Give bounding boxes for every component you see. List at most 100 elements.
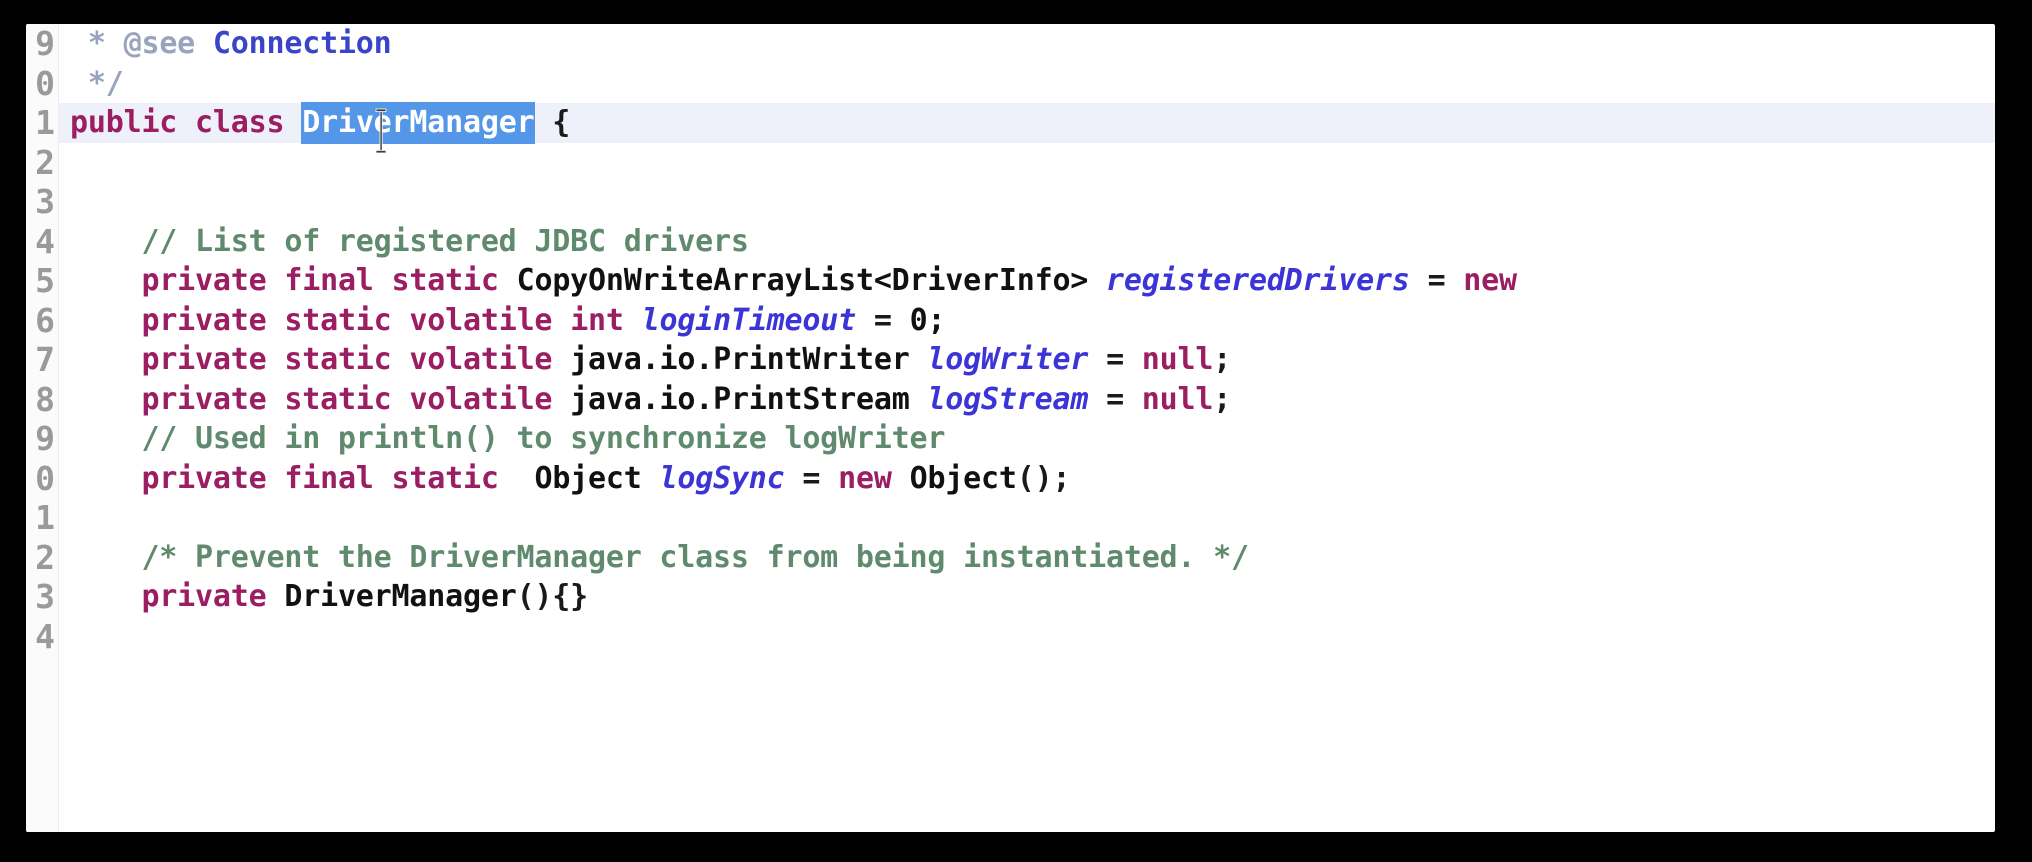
code-token-keyword: private: [141, 579, 267, 614]
code-token-jdoc: @see: [123, 26, 213, 61]
code-token-plain: {: [534, 105, 571, 140]
code-token-keyword: static: [391, 460, 499, 496]
code-line[interactable]: [26, 143, 1995, 183]
gutter-line-number: 3: [35, 182, 55, 221]
code-token-plain: =: [784, 460, 839, 496]
code-token-comment: /* Prevent the DriverManager class from …: [70, 539, 1249, 575]
screenshot-root: 9012345678901234 * @see Connection */pub…: [0, 0, 2032, 862]
code-line-current[interactable]: public class DriverManager {: [26, 103, 1995, 143]
code-line[interactable]: private static volatile java.io.PrintStr…: [26, 380, 1995, 420]
gutter-line-number: 9: [35, 419, 55, 458]
code-token-plain: ;: [1213, 381, 1232, 417]
code-line[interactable]: /* Prevent the DriverManager class from …: [26, 538, 1995, 578]
code-token-comment: // List of registered JDBC drivers: [70, 223, 749, 259]
gutter-line-number: 5: [35, 261, 55, 300]
code-line[interactable]: */: [26, 64, 1995, 104]
code-line[interactable]: private static volatile int loginTimeout…: [26, 301, 1995, 341]
code-token-keyword: null: [1141, 342, 1214, 377]
code-token-keyword: class: [195, 105, 285, 140]
line-number-gutter[interactable]: 9012345678901234: [26, 24, 59, 832]
code-token-keyword: new: [838, 460, 892, 496]
code-token-keyword: static: [284, 342, 392, 377]
code-token-jdoc-ref: Connection: [212, 26, 392, 61]
code-line[interactable]: private DriverManager(){}: [26, 577, 1995, 617]
code-token-plain: =: [856, 302, 910, 338]
gutter-line-number: 8: [35, 379, 55, 419]
code-line[interactable]: [26, 617, 1995, 657]
gutter-line-number: 9: [35, 24, 55, 63]
code-token-keyword: null: [1141, 381, 1214, 417]
code-token-type: java.io.PrintWriter: [570, 342, 910, 377]
gutter-line-number: 7: [35, 340, 55, 379]
code-line[interactable]: private final static CopyOnWriteArrayLis…: [26, 261, 1995, 301]
code-line[interactable]: [26, 498, 1995, 538]
code-token-keyword: private: [141, 460, 267, 496]
code-token-plain: (){}: [516, 579, 589, 614]
gutter-line-number: 6: [35, 300, 55, 340]
gutter-line-number: 3: [35, 577, 55, 616]
code-token-keyword: public: [70, 105, 178, 140]
code-token-keyword: volatile: [409, 342, 553, 377]
code-token-keyword: private: [141, 263, 267, 298]
code-token-keyword: final: [284, 263, 374, 298]
code-token-type: DriverManager: [284, 579, 517, 614]
code-token-keyword: static: [391, 263, 499, 298]
code-token-keyword: volatile: [409, 302, 553, 338]
gutter-line-number: 2: [35, 537, 55, 577]
code-token-type: Object: [909, 460, 1017, 496]
code-token-type: Object: [534, 460, 642, 496]
code-line[interactable]: [26, 182, 1995, 222]
code-token-field: registeredDrivers: [1106, 263, 1410, 298]
code-token-type: java.io.PrintStream: [570, 381, 910, 417]
gutter-line-number: 1: [35, 103, 55, 142]
code-token-keyword: static: [284, 381, 392, 417]
gutter-line-number: 0: [35, 458, 55, 498]
code-line[interactable]: // Used in println() to synchronize logW…: [26, 419, 1995, 459]
code-token-type: CopyOnWriteArrayList<DriverInfo>: [516, 263, 1089, 298]
code-token-keyword: private: [141, 381, 267, 417]
code-token-keyword: int: [570, 302, 624, 338]
code-token-field: loginTimeout: [641, 302, 857, 338]
code-text-area[interactable]: * @see Connection */public class DriverM…: [26, 24, 1995, 832]
code-token-plain: =: [1088, 342, 1142, 377]
gutter-line-number: 4: [35, 221, 55, 261]
code-line[interactable]: // List of registered JDBC drivers: [26, 222, 1995, 262]
gutter-line-number: 1: [35, 498, 55, 537]
code-line[interactable]: private static volatile java.io.PrintWri…: [26, 340, 1995, 380]
code-token-keyword: private: [141, 342, 267, 377]
code-token-keyword: final: [284, 460, 374, 496]
code-token-keyword: volatile: [409, 381, 553, 417]
selected-token[interactable]: DriverManager: [302, 103, 535, 143]
code-line[interactable]: private final static Object logSync = ne…: [26, 459, 1995, 499]
code-token-keyword: new: [1463, 263, 1517, 298]
code-line[interactable]: * @see Connection: [26, 24, 1995, 64]
code-token-field: logSync: [659, 460, 785, 496]
code-token-keyword: static: [284, 302, 392, 338]
code-editor-viewport[interactable]: 9012345678901234 * @see Connection */pub…: [26, 24, 1995, 832]
